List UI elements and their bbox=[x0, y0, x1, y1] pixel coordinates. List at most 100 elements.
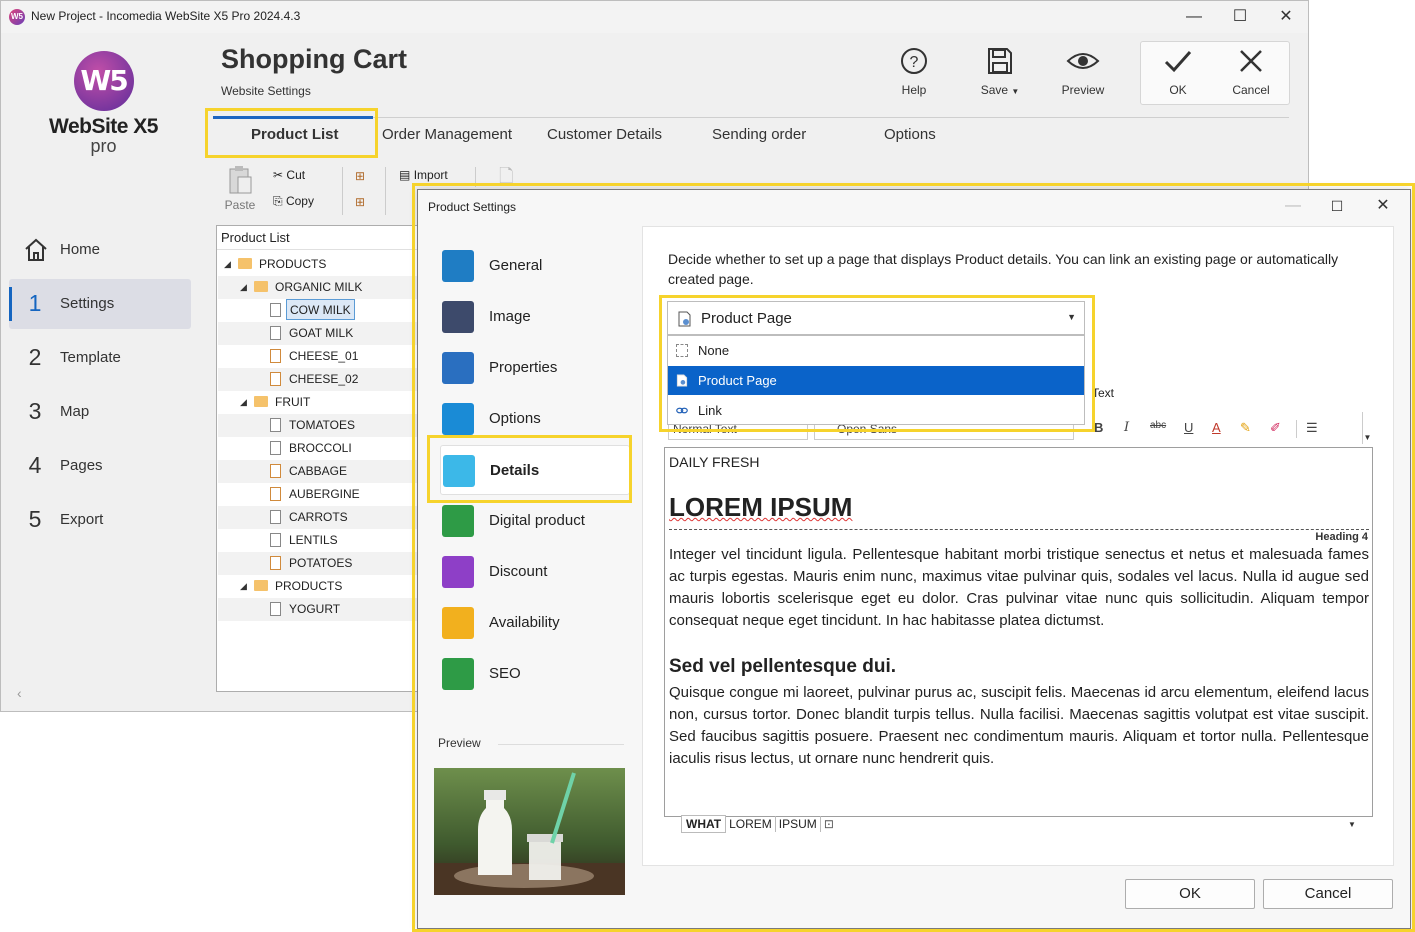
save-icon bbox=[968, 47, 1032, 83]
toolbar-divider bbox=[385, 167, 386, 215]
tree-row[interactable]: ◢ ORGANIC MILK bbox=[218, 276, 418, 299]
nav-template[interactable]: 2 Template bbox=[9, 333, 191, 383]
tab-customer-details[interactable]: Customer Details bbox=[547, 126, 662, 143]
window-title: New Project - Incomedia WebSite X5 Pro 2… bbox=[31, 9, 301, 23]
product-page-icon bbox=[270, 555, 281, 570]
tree-row[interactable]: ◢ PRODUCTS bbox=[218, 575, 418, 598]
product-page-icon bbox=[270, 325, 281, 340]
tree-row[interactable]: ◢ PRODUCTS bbox=[218, 253, 418, 276]
tree-row-label: GOAT MILK bbox=[289, 326, 354, 340]
nav-template-number: 2 bbox=[28, 344, 42, 370]
tree-row[interactable]: GOAT MILK bbox=[218, 322, 418, 345]
help-label: Help bbox=[901, 83, 927, 97]
tree-row[interactable]: POTATOES bbox=[218, 552, 418, 575]
title-bar: W5 New Project - Incomedia WebSite X5 Pr… bbox=[1, 1, 1308, 33]
nav-export-label: Export bbox=[60, 511, 104, 528]
tree-row-label: CHEESE_02 bbox=[289, 372, 359, 386]
logo-edition: pro bbox=[90, 136, 117, 156]
nav-home-label: Home bbox=[60, 241, 101, 258]
tree-row[interactable]: CABBAGE bbox=[218, 460, 418, 483]
tree-row-label: CABBAGE bbox=[289, 464, 348, 478]
product-page-icon bbox=[270, 440, 281, 455]
tree-row-label: ORGANIC MILK bbox=[275, 280, 363, 294]
paste-button[interactable]: Paste bbox=[223, 165, 257, 212]
highlight-combo bbox=[659, 295, 1095, 432]
nav-export[interactable]: 5 Export bbox=[9, 495, 191, 545]
tab-options[interactable]: Options bbox=[884, 126, 936, 143]
tree-row-label: LENTILS bbox=[289, 533, 338, 547]
copy-button[interactable]: ⎘ Copy bbox=[273, 194, 314, 209]
nav-settings[interactable]: 1 Settings bbox=[9, 279, 191, 329]
tree-row[interactable]: COW MILK bbox=[218, 299, 418, 322]
svg-text:?: ? bbox=[910, 54, 919, 71]
ok-button[interactable]: OK bbox=[1146, 47, 1210, 97]
preview-button[interactable]: Preview bbox=[1051, 47, 1115, 97]
active-indicator bbox=[9, 287, 12, 321]
tree-row-label: PRODUCTS bbox=[259, 257, 327, 271]
paste-icon bbox=[229, 166, 252, 194]
tree-row-label: CARROTS bbox=[289, 510, 348, 524]
expand-toggle-icon[interactable]: ◢ bbox=[240, 575, 250, 598]
nav-map[interactable]: 3 Map bbox=[9, 387, 191, 437]
tree-row[interactable]: YOGURT bbox=[218, 598, 418, 621]
nav-pages[interactable]: 4 Pages bbox=[9, 441, 191, 491]
tree-row[interactable]: ◢ FRUIT bbox=[218, 391, 418, 414]
product-page-icon bbox=[270, 532, 281, 547]
tree-row[interactable]: CHEESE_01 bbox=[218, 345, 418, 368]
tree-row-label: COW MILK bbox=[286, 299, 355, 320]
folder-icon bbox=[238, 258, 252, 270]
cut-button[interactable]: ✂ Cut bbox=[273, 168, 305, 182]
help-button[interactable]: ? Help bbox=[882, 47, 946, 97]
ok-label: OK bbox=[1169, 83, 1187, 97]
expand-toggle-icon[interactable]: ◢ bbox=[240, 276, 250, 299]
checkmark-icon bbox=[1146, 47, 1210, 83]
product-tree[interactable]: Product List ◢ PRODUCTS ◢ ORGANIC MILK COW M… bbox=[216, 225, 421, 692]
tree-row-label: POTATOES bbox=[289, 556, 353, 570]
nav-map-label: Map bbox=[60, 403, 90, 420]
logo: W5 WebSite X5 pro bbox=[41, 51, 166, 161]
tree-row-label: BROCCOLI bbox=[289, 441, 352, 455]
nav-map-number: 3 bbox=[28, 398, 42, 424]
copy-icon: ⎘ bbox=[273, 194, 283, 208]
maximize-button[interactable]: ☐ bbox=[1217, 5, 1263, 29]
tree-row[interactable]: CHEESE_02 bbox=[218, 368, 418, 391]
nav-settings-label: Settings bbox=[60, 295, 115, 312]
product-page-icon bbox=[270, 509, 281, 524]
nav-pages-number: 4 bbox=[28, 452, 42, 478]
tree-row-label: CHEESE_01 bbox=[289, 349, 359, 363]
tree-move-down-icon[interactable]: ⊞ bbox=[355, 195, 365, 209]
folder-icon bbox=[254, 396, 268, 408]
minimize-button[interactable]: — bbox=[1171, 5, 1217, 29]
tree-move-up-icon[interactable]: ⊞ bbox=[355, 169, 365, 183]
expand-toggle-icon[interactable]: ◢ bbox=[224, 253, 234, 276]
highlight-details-category bbox=[427, 435, 632, 503]
product-page-icon bbox=[270, 601, 281, 616]
tree-row[interactable]: CARROTS bbox=[218, 506, 418, 529]
tree-row-label: FRUIT bbox=[275, 395, 311, 409]
tree-row[interactable]: AUBERGINE bbox=[218, 483, 418, 506]
tab-order-management[interactable]: Order Management bbox=[382, 126, 512, 143]
nav-home[interactable]: Home bbox=[9, 225, 191, 275]
expand-toggle-icon[interactable]: ◢ bbox=[240, 391, 250, 414]
import-icon: ▤ bbox=[399, 168, 411, 182]
nav-settings-number: 1 bbox=[28, 290, 42, 316]
tab-sending-order[interactable]: Sending order bbox=[712, 126, 806, 143]
import-button[interactable]: ▤ Import bbox=[399, 168, 448, 182]
collapse-sidebar-icon[interactable]: ‹ bbox=[17, 685, 22, 701]
product-page-icon bbox=[270, 463, 281, 478]
tree-row[interactable]: TOMATOES bbox=[218, 414, 418, 437]
save-dropdown-icon[interactable]: ▼ bbox=[1011, 87, 1019, 96]
page-title: Shopping Cart bbox=[221, 44, 407, 74]
save-button[interactable]: Save ▼ bbox=[968, 47, 1032, 97]
tree-row[interactable]: BROCCOLI bbox=[218, 437, 418, 460]
tab-separator bbox=[221, 117, 1289, 118]
cancel-button[interactable]: Cancel bbox=[1219, 47, 1283, 97]
tree-row[interactable]: LENTILS bbox=[218, 529, 418, 552]
product-page-icon bbox=[270, 417, 281, 432]
product-page-icon bbox=[270, 302, 281, 317]
close-button[interactable]: ✕ bbox=[1263, 5, 1309, 29]
page-subtitle: Website Settings bbox=[221, 84, 311, 98]
tree-row-label: YOGURT bbox=[289, 602, 341, 616]
app-icon: W5 bbox=[9, 9, 25, 25]
save-label: Save bbox=[980, 83, 1009, 97]
